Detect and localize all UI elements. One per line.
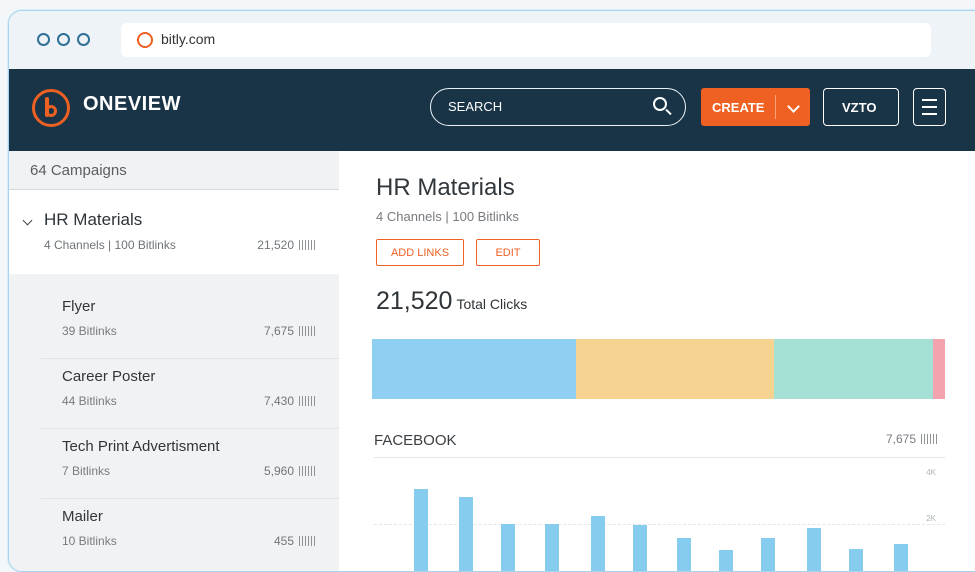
chart-bar: [633, 525, 647, 571]
page-meta: 4 Channels | 100 Bitlinks: [376, 209, 519, 224]
channel-click-count: 7,675: [264, 324, 318, 338]
mini-bar-chart-icon: [298, 240, 318, 250]
chart-bar: [591, 516, 605, 571]
mini-bar-chart-icon: [298, 536, 318, 546]
account-button[interactable]: VZTO: [823, 88, 899, 126]
url-text: bitly.com: [161, 31, 216, 47]
campaign-click-count: 21,520: [257, 238, 318, 252]
account-label: VZTO: [842, 100, 877, 115]
chart-bar: [677, 538, 691, 571]
chevron-down-icon[interactable]: [22, 215, 33, 226]
channel-click-count: 7,430: [264, 394, 318, 408]
search-placeholder: SEARCH: [448, 99, 503, 114]
sidebar-header: 64 Campaigns: [9, 151, 339, 189]
mini-bar-chart-icon: [298, 396, 318, 406]
chart-bar: [459, 497, 473, 571]
channel-list-item-career-poster[interactable]: Career Poster 44 Bitlinks 7,430: [41, 358, 339, 429]
channel-click-count: 455: [274, 534, 318, 548]
chart-bar: [761, 538, 775, 571]
menu-line-icon: [922, 99, 937, 101]
create-label: CREATE: [712, 100, 765, 115]
channel-click-count: 5,960: [264, 464, 318, 478]
add-links-button[interactable]: ADD LINKS: [376, 239, 464, 266]
bitly-favicon-icon: [137, 32, 153, 48]
total-clicks-value: 21,520: [376, 287, 453, 315]
chart-divider: [374, 457, 945, 458]
chart-gridline: [374, 478, 945, 479]
total-clicks-summary: 21,520 Total Clicks: [376, 287, 527, 316]
chart-bar: [719, 550, 733, 571]
total-clicks-label: Total Clicks: [456, 296, 528, 312]
campaign-detail-panel: HR Materials 4 Channels | 100 Bitlinks A…: [339, 151, 975, 571]
mini-bar-chart-icon: [298, 326, 318, 336]
window-minimize-control[interactable]: [57, 33, 70, 46]
chevron-down-icon[interactable]: [787, 100, 800, 113]
chart-bar: [894, 544, 908, 571]
address-bar[interactable]: bitly.com: [121, 23, 931, 57]
distribution-segment: [372, 339, 576, 399]
campaign-list-item-hr-materials[interactable]: HR Materials 4 Channels | 100 Bitlinks 2…: [9, 189, 339, 274]
window-maximize-control[interactable]: [77, 33, 90, 46]
chart-bar: [414, 489, 428, 571]
brand-title: ONEVIEW: [83, 93, 181, 115]
y-tick-label: 2K: [926, 514, 936, 524]
mini-bar-chart-icon: [298, 466, 318, 476]
mini-bar-chart-icon: [920, 434, 941, 444]
browser-window: bitly.com ONEVIEW SEARCH CREATE VZTO 64 …: [8, 10, 975, 572]
create-button[interactable]: CREATE: [701, 88, 810, 126]
top-navigation: ONEVIEW SEARCH CREATE VZTO: [9, 69, 975, 151]
y-tick-label: 4K: [926, 467, 936, 477]
chart-bar: [807, 528, 821, 571]
distribution-segment: [774, 339, 933, 399]
campaign-name: HR Materials: [44, 210, 143, 229]
page-title: HR Materials: [376, 174, 515, 201]
channel-click-count: 7,675: [886, 432, 941, 446]
edit-button[interactable]: EDIT: [476, 239, 540, 266]
channel-list-item-tech-print-advertisment[interactable]: Tech Print Advertisment 7 Bitlinks 5,960: [41, 428, 339, 499]
bitly-logo-icon[interactable]: [32, 89, 70, 127]
channel-title: FACEBOOK: [374, 432, 457, 449]
channel-distribution-bar: [372, 339, 945, 399]
search-input[interactable]: SEARCH: [430, 88, 686, 126]
hamburger-menu-button[interactable]: [913, 88, 946, 126]
menu-line-icon: [922, 106, 937, 108]
menu-line-icon: [922, 113, 937, 115]
create-divider: [775, 95, 776, 119]
distribution-segment: [576, 339, 774, 399]
chart-bar: [849, 549, 863, 571]
channel-list-item-flyer[interactable]: Flyer 39 Bitlinks 7,675: [41, 288, 339, 359]
campaign-count: 64 Campaigns: [30, 162, 127, 179]
distribution-segment: [933, 339, 945, 399]
browser-toolbar: bitly.com: [9, 11, 975, 69]
facebook-bar-chart: 4K 2K: [374, 466, 945, 571]
search-icon[interactable]: [653, 97, 667, 111]
campaign-meta: 4 Channels | 100 Bitlinks: [44, 238, 176, 252]
window-close-control[interactable]: [37, 33, 50, 46]
channel-list-item-mailer[interactable]: Mailer 10 Bitlinks 455: [41, 498, 339, 568]
campaign-sidebar: 64 Campaigns HR Materials 4 Channels | 1…: [9, 151, 339, 571]
